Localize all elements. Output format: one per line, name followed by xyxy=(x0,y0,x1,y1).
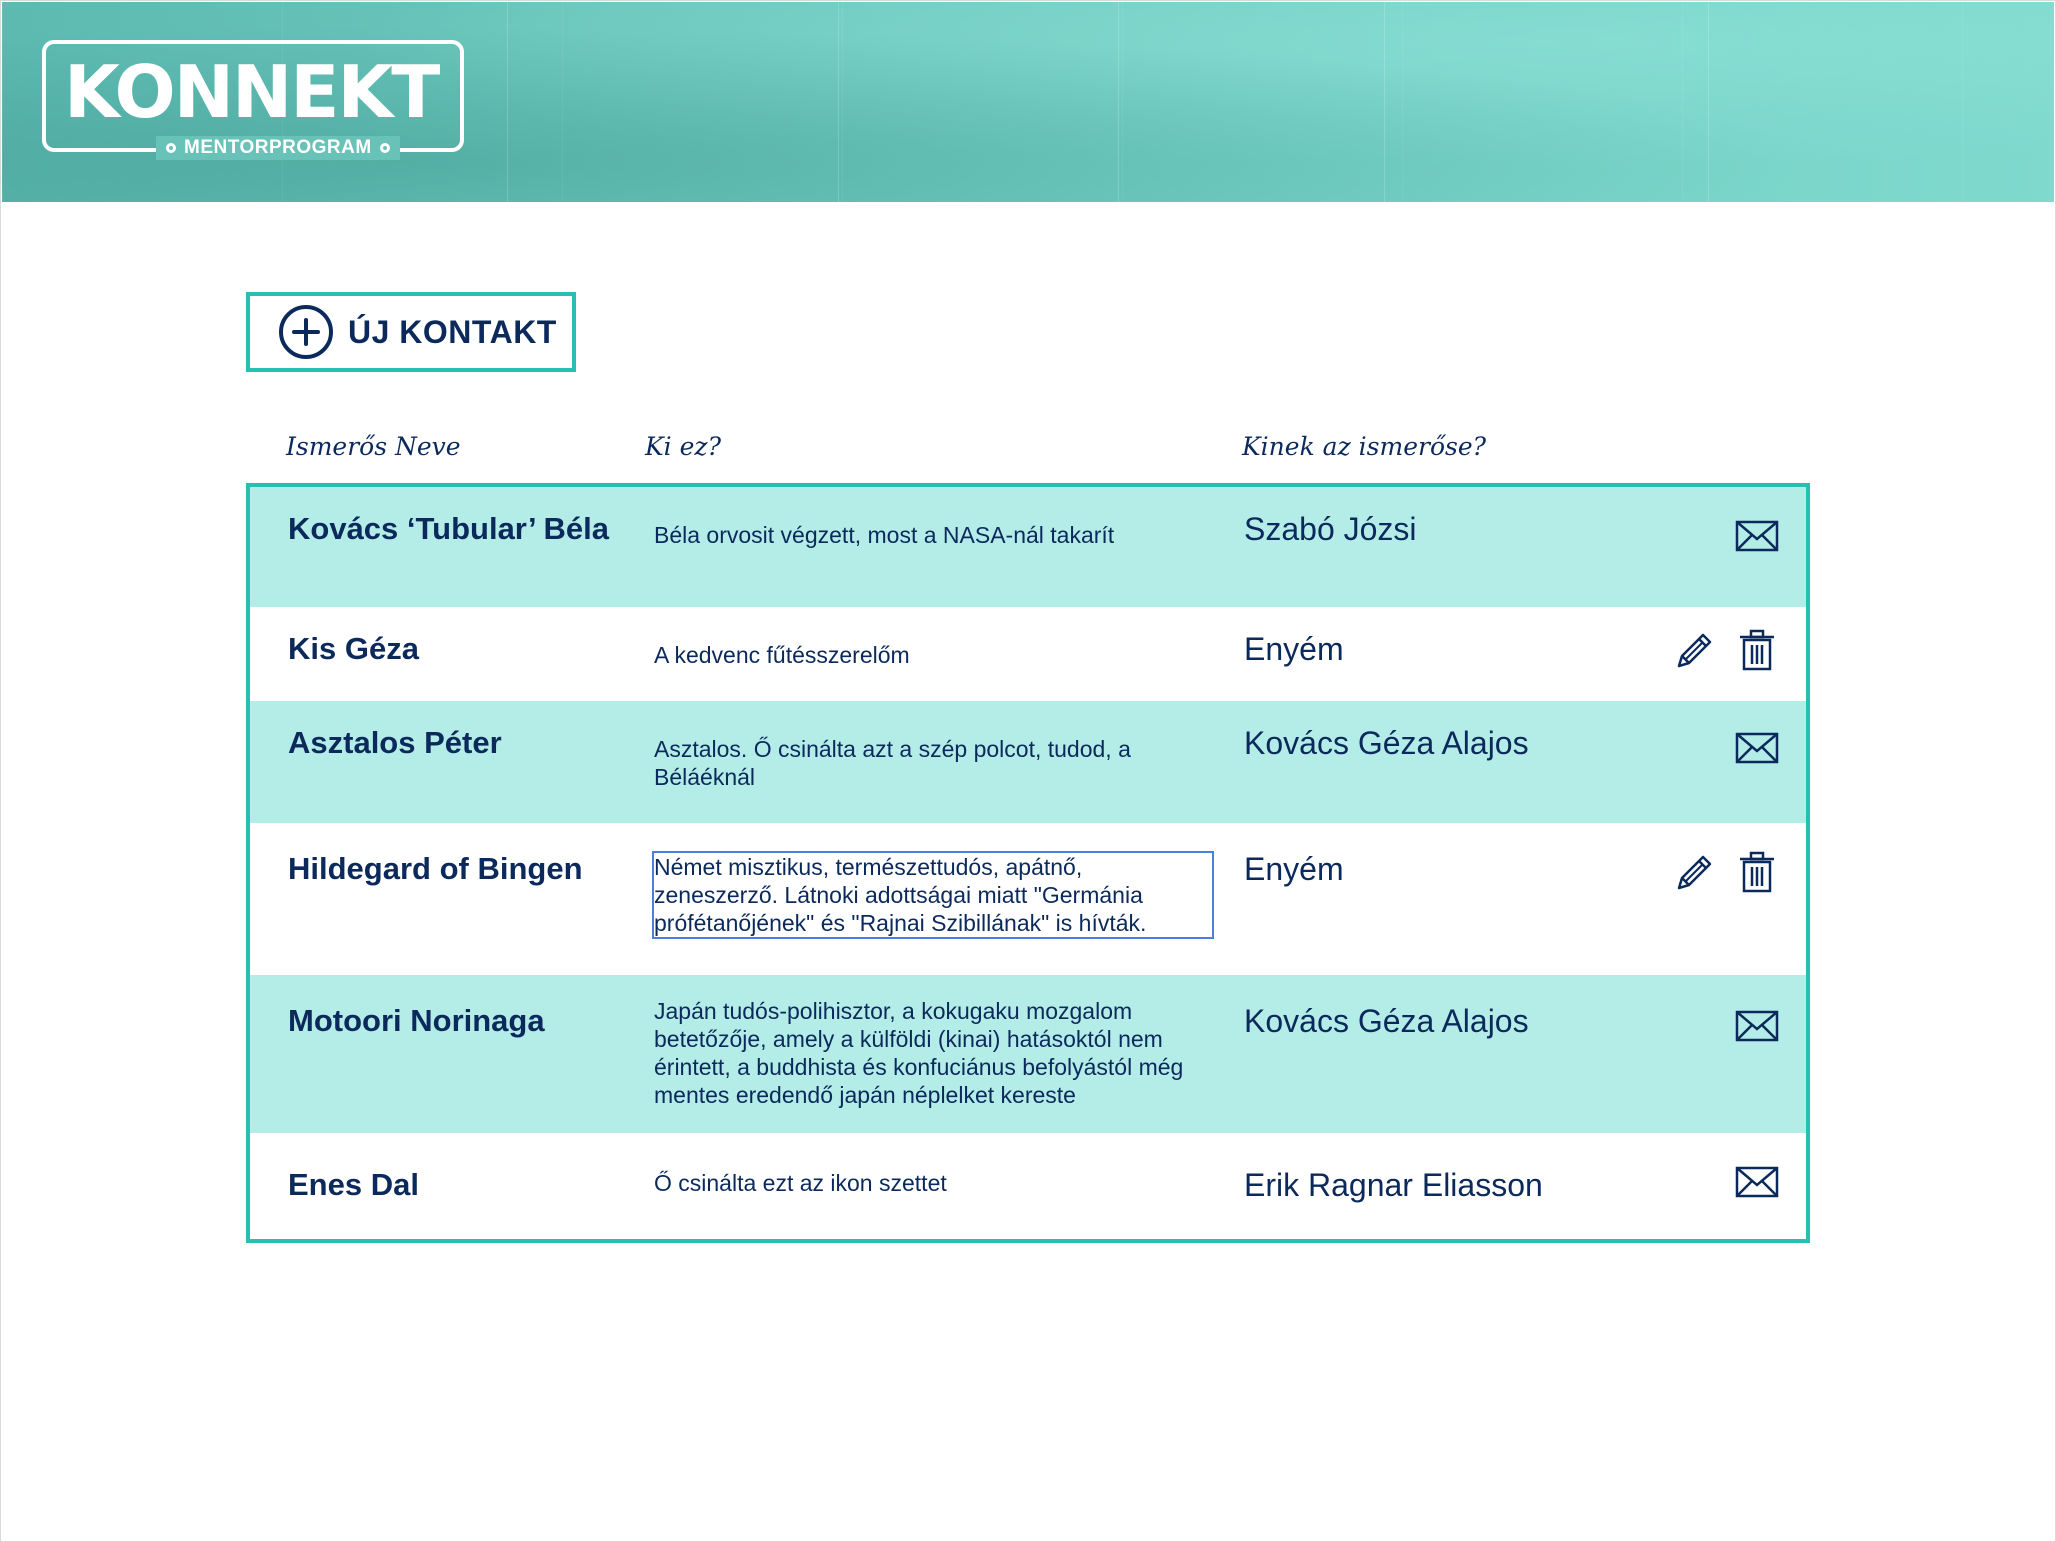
contact-owner: Szabó Józsi xyxy=(1244,511,1417,547)
contact-name: Kis Géza xyxy=(288,631,419,666)
new-contact-button[interactable]: ÚJ KONTAKT xyxy=(246,292,576,372)
contact-description[interactable]: Asztalos. Ő csinálta azt a szép polcot, … xyxy=(654,735,1214,791)
contact-name: Enes Dal xyxy=(288,1167,419,1202)
table-row[interactable]: Kis Géza A kedvenc fűtésszerelőm Enyém xyxy=(250,607,1806,701)
envelope-icon[interactable] xyxy=(1734,725,1780,771)
contact-description[interactable]: Béla orvosit végzett, most a NASA-nál ta… xyxy=(654,521,1214,549)
header-banner: KONNEKT MENTORPROGRAM xyxy=(2,2,2054,202)
trash-icon[interactable] xyxy=(1734,627,1780,673)
table-row[interactable]: Hildegard of Bingen Német misztikus, ter… xyxy=(250,823,1806,975)
contact-name: Motoori Norinaga xyxy=(288,1003,545,1038)
contact-name: Kovács ‘Tubular’ Béla xyxy=(288,511,610,546)
pencil-icon[interactable] xyxy=(1670,851,1716,897)
contact-owner: Enyém xyxy=(1244,851,1344,887)
table-row[interactable]: Motoori Norinaga Japán tudós-polihisztor… xyxy=(250,975,1806,1133)
trash-icon[interactable] xyxy=(1734,849,1780,895)
envelope-icon[interactable] xyxy=(1734,513,1780,559)
contact-description[interactable]: Ő csinálta ezt az ikon szettet xyxy=(654,1169,1214,1197)
contact-description[interactable]: Japán tudós-polihisztor, a kokugaku mozg… xyxy=(654,997,1214,1109)
envelope-icon[interactable] xyxy=(1734,1003,1780,1049)
contacts-table: Kovács ‘Tubular’ Béla Béla orvosit végze… xyxy=(246,483,1810,1243)
envelope-icon[interactable] xyxy=(1734,1159,1780,1205)
contact-description[interactable]: A kedvenc fűtésszerelőm xyxy=(654,641,1214,669)
logo[interactable]: KONNEKT MENTORPROGRAM xyxy=(42,40,464,160)
pencil-icon[interactable] xyxy=(1670,629,1716,675)
plus-circle-icon xyxy=(279,305,333,359)
circuit-dot-icon xyxy=(379,143,390,153)
column-header-owner: Kinek az ismerőse? xyxy=(1242,432,1487,461)
logo-subtitle: MENTORPROGRAM xyxy=(184,137,372,158)
contact-description-editor[interactable]: Német misztikus, természettudós, apátnő,… xyxy=(652,851,1214,939)
logo-title: KONNEKT xyxy=(64,50,440,134)
circuit-dot-icon xyxy=(166,143,176,153)
contact-name: Asztalos Péter xyxy=(288,725,502,760)
contact-owner: Kovács Géza Alajos xyxy=(1244,725,1529,761)
logo-subtitle-wrap: MENTORPROGRAM xyxy=(156,136,400,160)
contact-owner: Enyém xyxy=(1244,631,1344,667)
contact-owner: Erik Ragnar Eliasson xyxy=(1244,1167,1543,1203)
contact-owner: Kovács Géza Alajos xyxy=(1244,1003,1529,1039)
new-contact-label: ÚJ KONTAKT xyxy=(348,313,557,350)
contact-name: Hildegard of Bingen xyxy=(288,851,583,886)
table-row[interactable]: Kovács ‘Tubular’ Béla Béla orvosit végze… xyxy=(250,487,1806,607)
column-header-description: Ki ez? xyxy=(645,432,721,461)
column-header-name: Ismerős Neve xyxy=(286,432,461,461)
table-row[interactable]: Enes Dal Ő csinálta ezt az ikon szettet … xyxy=(250,1133,1806,1239)
table-row[interactable]: Asztalos Péter Asztalos. Ő csinálta azt … xyxy=(250,701,1806,823)
